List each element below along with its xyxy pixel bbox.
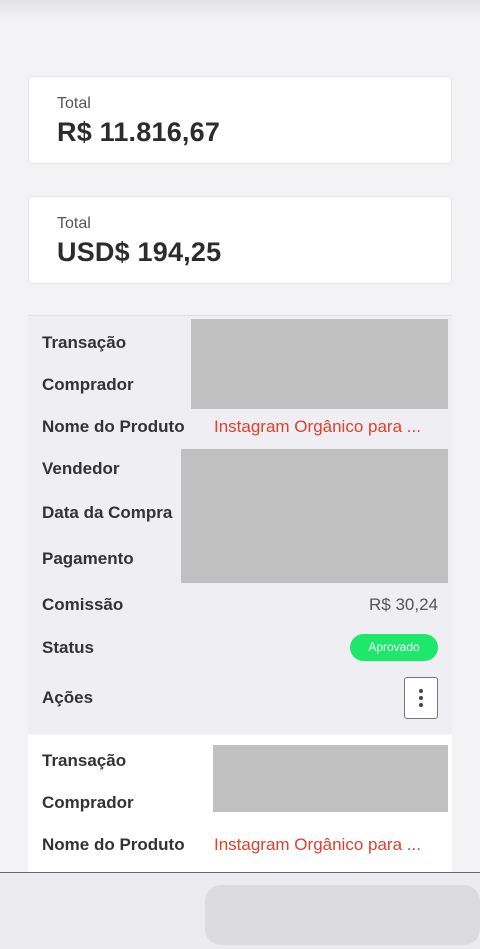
buyer-label: Comprador: [42, 375, 134, 394]
actions-menu-button[interactable]: [404, 677, 438, 719]
transaction-label: Transação: [42, 333, 127, 352]
top-blur-area: [0, 0, 480, 22]
total-brl-label: Total: [57, 95, 91, 112]
payment-label: Pagamento: [42, 549, 134, 568]
total-usd-value: USD$ 194,25: [57, 237, 222, 267]
kebab-dot: [419, 703, 423, 707]
product-name-link-2[interactable]: Instagram Orgânico para ...: [214, 835, 421, 855]
transaction-label-2: Transação: [42, 751, 127, 770]
redacted-seller-date-payment: [181, 449, 448, 583]
transaction-card-2: Transação Comprador Nome do Produto Inst…: [28, 735, 452, 875]
product-label: Nome do Produto: [42, 417, 185, 436]
status-badge: Aprovado: [350, 634, 438, 661]
commission-value: R$ 30,24: [369, 595, 438, 614]
total-usd-label: Total: [57, 215, 91, 232]
blurred-shape: [205, 885, 480, 945]
bottom-blur-area: [0, 872, 480, 949]
actions-label: Ações: [42, 688, 94, 707]
seller-label: Vendedor: [42, 459, 120, 478]
total-usd-card: Total USD$ 194,25: [28, 196, 452, 284]
product-label-2: Nome do Produto: [42, 835, 185, 854]
kebab-dot: [419, 696, 423, 700]
redacted-transaction-buyer: [191, 319, 448, 409]
purchase-date-label: Data da Compra: [42, 503, 173, 522]
product-name-link[interactable]: Instagram Orgânico para ...: [214, 417, 421, 437]
kebab-menu-icon: [419, 689, 423, 693]
transaction-card: Transação Comprador Nome do Produto Inst…: [28, 315, 452, 733]
status-label: Status: [42, 638, 94, 657]
total-brl-value: R$ 11.816,67: [57, 117, 221, 147]
commission-label: Comissão: [42, 595, 124, 614]
buyer-label-2: Comprador: [42, 793, 134, 812]
total-brl-card: Total R$ 11.816,67: [28, 76, 452, 164]
redacted-transaction-buyer-2: [213, 745, 448, 812]
